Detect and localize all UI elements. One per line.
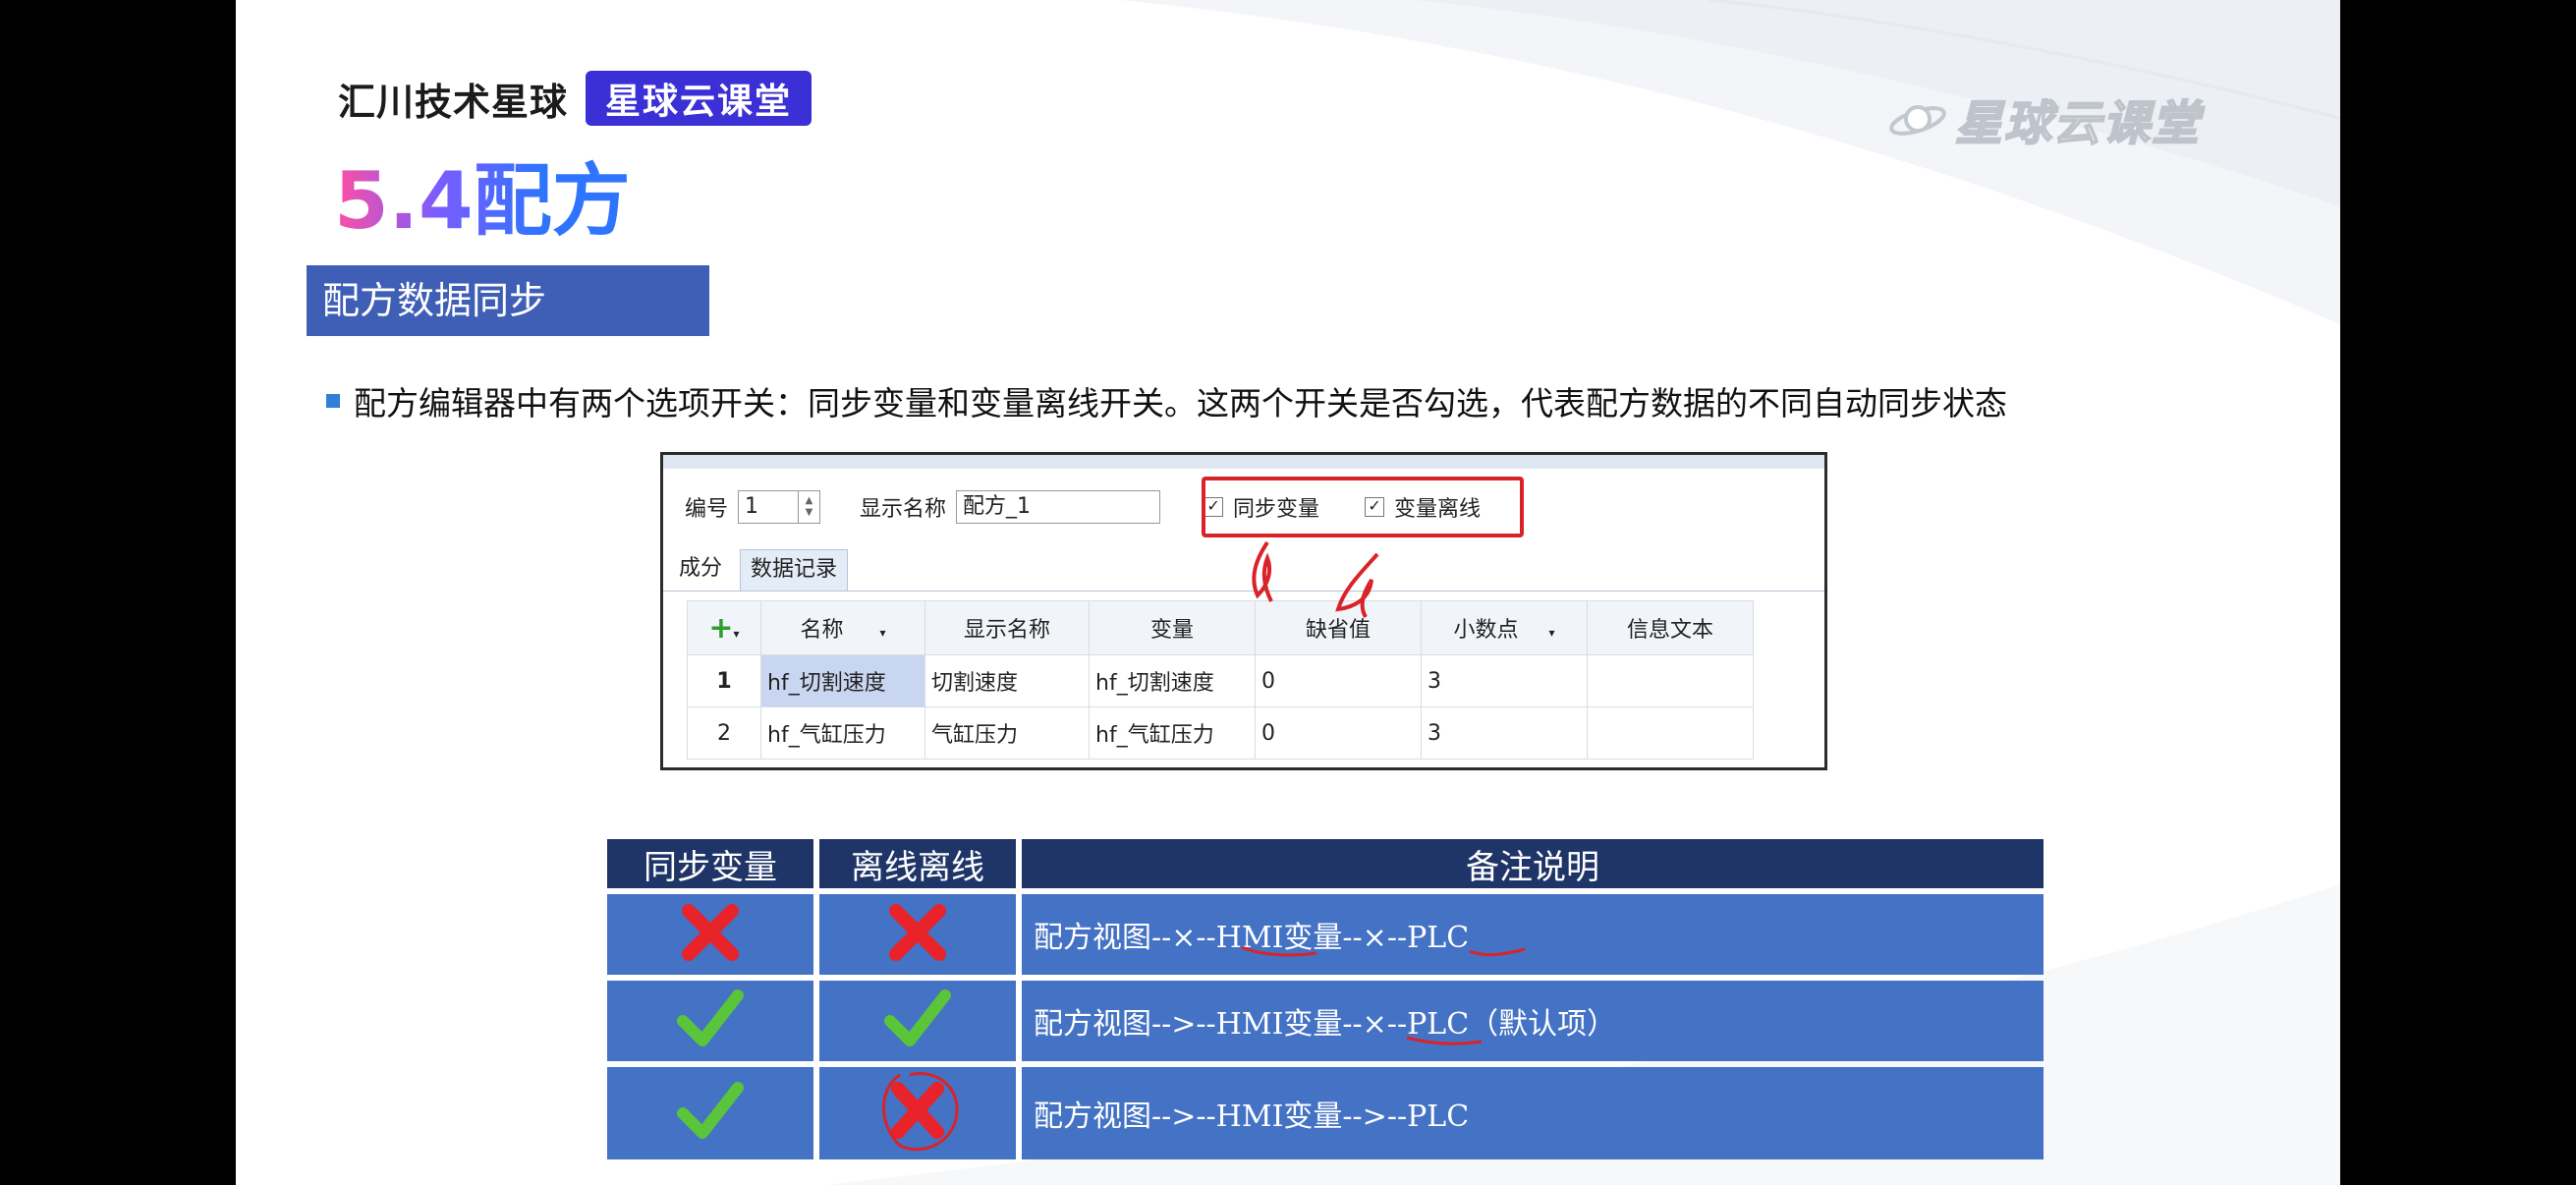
- underline-mark-icon: [1241, 945, 1317, 957]
- page-title: 5.4配方: [334, 138, 631, 252]
- column-header-name[interactable]: 名称 ▾: [760, 600, 925, 655]
- underline-mark-icon: [1406, 1036, 1483, 1045]
- annotation-mark-icon: [1252, 540, 1273, 602]
- dropdown-arrow-icon[interactable]: ▾: [734, 627, 740, 641]
- header-notes: 备注说明: [1022, 839, 2044, 888]
- highlight-box: [1202, 477, 1524, 537]
- note-cell: 配方视图--×--HMI变量--×--PLC: [1022, 894, 2044, 975]
- sync-cell: [607, 1067, 813, 1159]
- spin-up-icon[interactable]: ▲: [806, 495, 813, 507]
- table-row: 配方视图-->--HMI变量-->--PLC: [607, 1067, 2044, 1159]
- cell-info-text[interactable]: [1587, 654, 1754, 707]
- number-label: 编号: [685, 497, 729, 522]
- circled-red-cross-icon: [882, 1072, 959, 1152]
- cell-default[interactable]: 0: [1255, 654, 1422, 707]
- sort-arrow-icon[interactable]: ▾: [1548, 626, 1554, 640]
- bullet-point: 配方编辑器中有两个选项开关：同步变量和变量离线开关。这两个开关是否勾选，代表配方…: [326, 377, 2007, 424]
- cell-display-name[interactable]: 气缸压力: [924, 706, 1090, 760]
- table-row[interactable]: 2 hf_气缸压力 气缸压力 hf_气缸压力 0 3: [687, 706, 1754, 760]
- cell-name[interactable]: hf_切割速度: [760, 654, 925, 707]
- header-offline: 离线离线: [819, 839, 1016, 888]
- offline-cell: [819, 1067, 1016, 1159]
- cell-info-text[interactable]: [1587, 706, 1754, 760]
- planet-logo-icon: [1889, 105, 1946, 136]
- note-text: 配方视图-->--HMI变量--×--PLC（默认项）: [1034, 1007, 1617, 1042]
- bullet-text: 配方编辑器中有两个选项开关：同步变量和变量离线开关。这两个开关是否勾选，代表配方…: [354, 384, 2007, 423]
- grid-header-row: +▾ 名称 ▾ 显示名称 变量 缺省值 小数点 ▾ 信息文本: [687, 600, 1754, 655]
- slide: 汇川技术星球 星球云课堂 星球云课堂 5.4配方 配方数据同步 配方编辑器中有两…: [236, 0, 2340, 1185]
- plus-icon[interactable]: +: [708, 611, 733, 646]
- column-header-variable[interactable]: 变量: [1089, 600, 1256, 655]
- sort-arrow-icon[interactable]: ▾: [879, 626, 885, 640]
- tab-data-records[interactable]: 数据记录: [740, 549, 849, 591]
- underline-mark-icon: [1469, 947, 1526, 957]
- recipe-editor: 编号 1 ▲ ▼ 显示名称 配方_1 ✓ 同步变量 ✓ 变量离线 成分 数据记录: [660, 452, 1827, 770]
- offline-cell: [819, 981, 1016, 1061]
- sync-cell: [607, 981, 813, 1061]
- cell-display-name[interactable]: 切割速度: [924, 654, 1090, 707]
- row-number: 2: [687, 706, 761, 760]
- column-header-info-text[interactable]: 信息文本: [1587, 600, 1754, 655]
- cell-name[interactable]: hf_气缸压力: [760, 706, 925, 760]
- cell-decimal[interactable]: 3: [1421, 706, 1588, 760]
- display-name-input[interactable]: 配方_1: [956, 490, 1161, 524]
- red-cross-icon: [682, 904, 739, 961]
- green-check-icon: [677, 989, 744, 1046]
- logo-text: 星球云课堂: [1954, 95, 2202, 152]
- table-row: 配方视图--×--HMI变量--×--PLC: [607, 894, 2044, 975]
- sync-status-table: 同步变量 离线离线 备注说明 配方视图--×--HMI变量--×--PLC 配方…: [601, 833, 2049, 1165]
- row-number: 1: [687, 654, 761, 707]
- section-title: 配方数据同步: [307, 265, 709, 336]
- brand-badge: 星球云课堂: [586, 71, 812, 126]
- sync-cell: [607, 894, 813, 975]
- green-check-icon: [884, 989, 951, 1046]
- note-cell: 配方视图-->--HMI变量--×--PLC（默认项）: [1022, 981, 2044, 1061]
- cell-variable[interactable]: hf_切割速度: [1089, 654, 1256, 707]
- cell-default[interactable]: 0: [1255, 706, 1422, 760]
- brand-header: 汇川技术星球 星球云课堂: [338, 71, 812, 126]
- column-header-decimal[interactable]: 小数点 ▾: [1421, 600, 1588, 655]
- annotation-mark-icon: [1335, 552, 1379, 618]
- brand-name: 汇川技术星球: [338, 80, 569, 124]
- add-row-button[interactable]: +▾: [687, 600, 761, 655]
- red-cross-icon: [889, 904, 946, 961]
- green-check-icon: [677, 1082, 744, 1139]
- spin-down-icon[interactable]: ▼: [806, 507, 813, 519]
- watermark-logo: 星球云课堂: [1886, 85, 2201, 153]
- number-input[interactable]: 1: [738, 490, 800, 524]
- cell-decimal[interactable]: 3: [1421, 654, 1588, 707]
- table-row: 配方视图-->--HMI变量--×--PLC（默认项）: [607, 981, 2044, 1061]
- header-sync-variable: 同步变量: [607, 839, 813, 888]
- tab-ingredients[interactable]: 成分: [669, 549, 732, 591]
- ingredients-grid: +▾ 名称 ▾ 显示名称 变量 缺省值 小数点 ▾ 信息文本 1 hf_切割速度…: [687, 600, 1754, 760]
- offline-cell: [819, 894, 1016, 975]
- column-header-display-name[interactable]: 显示名称: [924, 600, 1090, 655]
- note-cell: 配方视图-->--HMI变量-->--PLC: [1022, 1067, 2044, 1159]
- square-bullet-icon: [326, 394, 340, 408]
- cell-variable[interactable]: hf_气缸压力: [1089, 706, 1256, 760]
- note-text: 配方视图-->--HMI变量-->--PLC: [1034, 1100, 1470, 1134]
- table-row[interactable]: 1 hf_切割速度 切割速度 hf_切割速度 0 3: [687, 654, 1754, 707]
- editor-top-bar: [663, 455, 1824, 469]
- display-name-label: 显示名称: [860, 497, 947, 522]
- number-spinner[interactable]: ▲ ▼: [799, 490, 821, 524]
- status-header-row: 同步变量 离线离线 备注说明: [607, 839, 2044, 888]
